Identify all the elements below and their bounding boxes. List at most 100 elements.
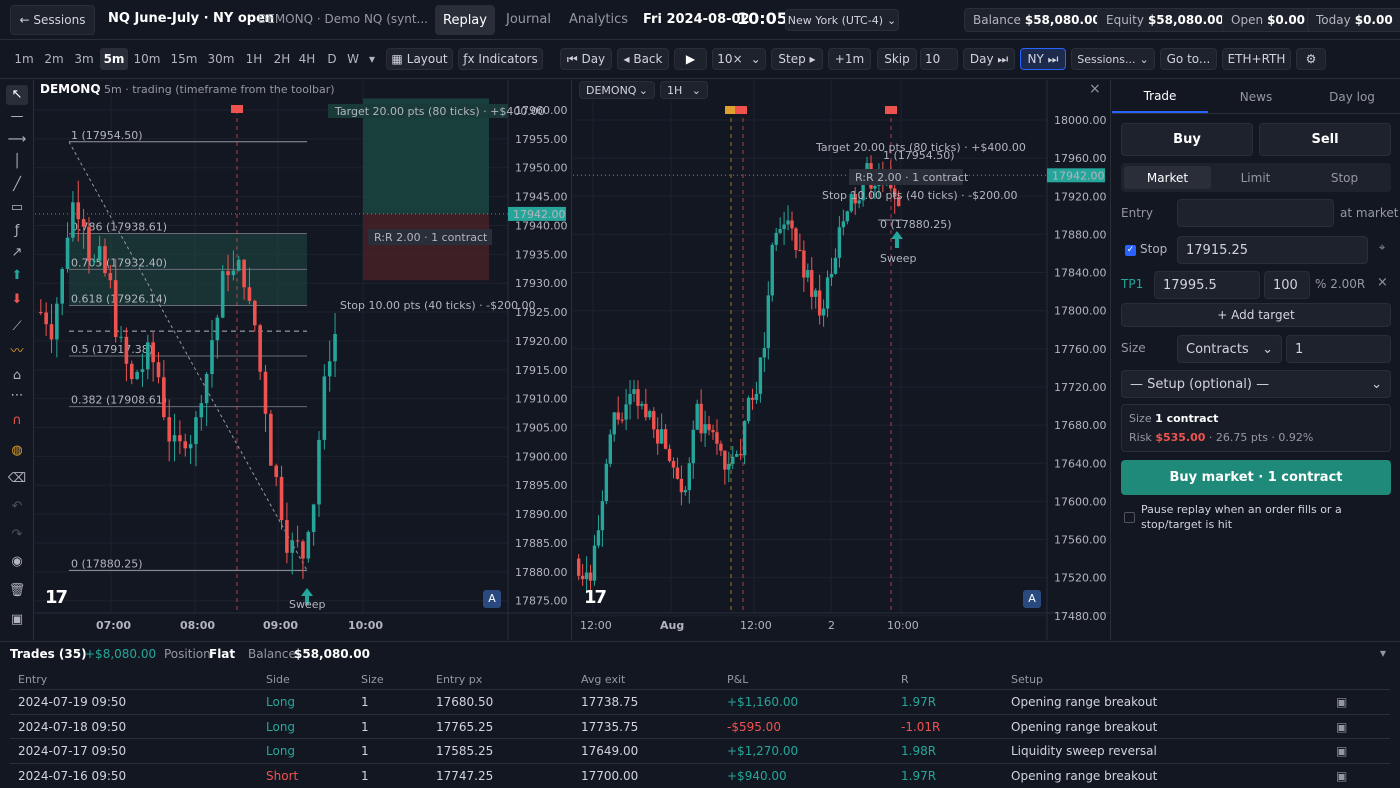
column-header-setup[interactable]: Setup <box>1011 673 1043 686</box>
play-button[interactable]: ▶ <box>674 48 707 70</box>
skip-button[interactable]: Skip <box>877 48 917 70</box>
timeframe-2H[interactable]: 2H <box>270 48 294 70</box>
column-header-entry[interactable]: Entry <box>18 673 47 686</box>
fib-retracement-icon[interactable]: ƒ <box>6 221 28 241</box>
timeframe-2m[interactable]: 2m <box>42 48 66 70</box>
tab-analytics[interactable]: Analytics <box>569 12 628 27</box>
gear-icon[interactable]: ⚙ <box>1296 48 1326 70</box>
timeframe-15m[interactable]: 15m <box>167 48 201 70</box>
palette-icon[interactable]: ◍ <box>6 441 28 461</box>
long-position-icon[interactable]: ⬆ <box>6 266 28 286</box>
brush-icon[interactable]: 〰 <box>6 342 28 362</box>
sell-button[interactable]: Sell <box>1259 123 1391 156</box>
size-input[interactable]: 1 <box>1286 335 1391 363</box>
order-type-market[interactable]: Market <box>1124 166 1211 189</box>
timezone-select[interactable]: New York (UTC-4) ⌄ <box>785 9 899 31</box>
speed-select[interactable]: 10× ⌄ <box>712 48 766 70</box>
timeframe-3m[interactable]: 3m <box>72 48 96 70</box>
timeframe-more-icon[interactable]: ▾ <box>366 48 378 70</box>
stop-checkbox[interactable]: ✓ <box>1125 245 1136 256</box>
camera-icon[interactable]: ▣ <box>1336 744 1347 758</box>
remove-target-icon[interactable]: × <box>1377 275 1388 290</box>
entry-input[interactable] <box>1177 199 1334 227</box>
crosshair-icon[interactable]: ⌖ <box>1379 241 1385 255</box>
indicators-button[interactable]: ƒx Indicators <box>458 48 543 70</box>
ray-icon[interactable]: ⟶ <box>6 130 28 150</box>
table-row[interactable]: 2024-07-19 09:50 Long 1 17680.50 17738.75 +$1… <box>10 689 1390 713</box>
trend-line-icon[interactable]: ╱ <box>6 175 28 195</box>
alert-icon[interactable]: ⌂ <box>6 366 28 386</box>
tp1-percent-input[interactable]: 100 <box>1264 271 1310 299</box>
undo-icon[interactable]: ↶ <box>6 497 28 517</box>
chart-1h-canvas[interactable]: Target 20.00 pts (80 ticks) · +$400.001 … <box>573 80 1111 640</box>
column-header-avg_exit[interactable]: Avg exit <box>581 673 625 686</box>
submit-order-button[interactable]: Buy market · 1 contract <box>1121 460 1391 495</box>
timeframe-30m[interactable]: 30m <box>204 48 238 70</box>
back-to-sessions-button[interactable]: ← Sessions <box>10 5 95 35</box>
day-forward-button[interactable]: Day ⏭ <box>963 48 1015 70</box>
camera-icon[interactable]: ▣ <box>1336 695 1347 709</box>
chart-5m-canvas[interactable]: 1 (17954.50)0.786 (17938.61)0.705 (17932… <box>35 80 572 640</box>
tab-news[interactable]: News <box>1208 80 1304 113</box>
camera-icon[interactable]: ▣ <box>1336 769 1347 783</box>
goto-button[interactable]: Go to... <box>1160 48 1217 70</box>
table-row[interactable]: 2024-07-16 09:50 Short 1 17747.25 17700.00 +$… <box>10 762 1390 787</box>
cursor-icon[interactable]: ↖ <box>6 85 28 105</box>
short-position-icon[interactable]: ⬇ <box>6 290 28 310</box>
ny-open-button[interactable]: NY ⏭ <box>1020 48 1066 70</box>
chart-symbol[interactable]: DEMONQ <box>40 82 101 96</box>
tab-journal[interactable]: Journal <box>506 12 551 27</box>
timeframe-4H[interactable]: 4H <box>296 48 318 70</box>
auto-scale-button[interactable]: A <box>1023 590 1041 608</box>
layout-button[interactable]: ▦ Layout <box>386 48 453 70</box>
plus-1m-button[interactable]: +1m <box>828 48 871 70</box>
eye-icon[interactable]: ◉ <box>6 552 28 572</box>
tab-trade[interactable]: Trade <box>1112 80 1208 113</box>
timeframe-1H[interactable]: 1H <box>241 48 267 70</box>
sessions-select[interactable]: Sessions... ⌄ <box>1071 48 1155 70</box>
skip-count-input[interactable]: 10 <box>920 48 958 70</box>
eth-rth-button[interactable]: ETH+RTH <box>1222 48 1291 70</box>
timeframe-select[interactable]: 1H ⌄ <box>660 81 708 99</box>
symbol-select[interactable]: DEMONQ ⌄ <box>579 81 655 99</box>
camera-icon[interactable]: ▣ <box>6 610 28 630</box>
add-target-button[interactable]: + Add target <box>1121 303 1391 327</box>
chart-5m[interactable]: 1 (17954.50) 0.786 (17938.61) 0.705 (17932… <box>35 80 572 640</box>
auto-scale-button[interactable]: A <box>483 590 501 608</box>
step-back-button[interactable]: ◂ Back <box>617 48 669 70</box>
column-header-entry_px[interactable]: Entry px <box>436 673 482 686</box>
column-header-r[interactable]: R <box>901 673 909 686</box>
column-header-size[interactable]: Size <box>361 673 384 686</box>
pause-replay-checkbox[interactable] <box>1124 512 1135 523</box>
size-unit-select[interactable]: Contracts ⌄ <box>1177 335 1282 363</box>
table-row[interactable]: 2024-07-17 09:50 Long 1 17585.25 17649.00 +$1… <box>10 738 1390 762</box>
path-icon[interactable]: ⟋ <box>6 317 28 337</box>
order-type-limit[interactable]: Limit <box>1212 166 1299 189</box>
horizontal-line-icon[interactable]: — <box>6 107 28 127</box>
order-type-stop[interactable]: Stop <box>1301 166 1388 189</box>
stop-input[interactable]: 17915.25 <box>1177 236 1368 264</box>
tab-day-log[interactable]: Day log <box>1304 80 1400 113</box>
eraser-icon[interactable]: ⌫ <box>6 469 28 489</box>
step-forward-button[interactable]: Step ▸ <box>771 48 823 70</box>
setup-select[interactable]: — Setup (optional) — ⌄ <box>1121 370 1391 398</box>
arrow-icon[interactable]: ↗ <box>6 243 28 263</box>
more-tools-icon[interactable]: ⋯ <box>6 386 28 406</box>
timeframe-10m[interactable]: 10m <box>130 48 164 70</box>
chart-1h[interactable]: Target 20.00 pts (80 ticks) · +$400.00 1 … <box>573 80 1111 640</box>
timeframe-1m[interactable]: 1m <box>12 48 36 70</box>
column-header-pnl[interactable]: P&L <box>727 673 748 686</box>
tp1-price-input[interactable]: 17995.5 <box>1154 271 1260 299</box>
magnet-icon[interactable]: ∩ <box>6 411 28 431</box>
table-row[interactable]: 2024-07-18 09:50 Long 1 17765.25 17735.75 -$5… <box>10 713 1390 738</box>
vertical-line-icon[interactable]: │ <box>6 152 28 172</box>
rectangle-icon[interactable]: ▭ <box>6 198 28 218</box>
timeframe-D[interactable]: D <box>323 48 341 70</box>
trash-icon[interactable]: 🗑 <box>6 581 28 601</box>
timeframe-W[interactable]: W <box>343 48 363 70</box>
buy-button[interactable]: Buy <box>1121 123 1253 156</box>
column-header-side[interactable]: Side <box>266 673 290 686</box>
day-back-button[interactable]: ⏮ Day <box>560 48 612 70</box>
camera-icon[interactable]: ▣ <box>1336 720 1347 734</box>
redo-icon[interactable]: ↷ <box>6 525 28 545</box>
